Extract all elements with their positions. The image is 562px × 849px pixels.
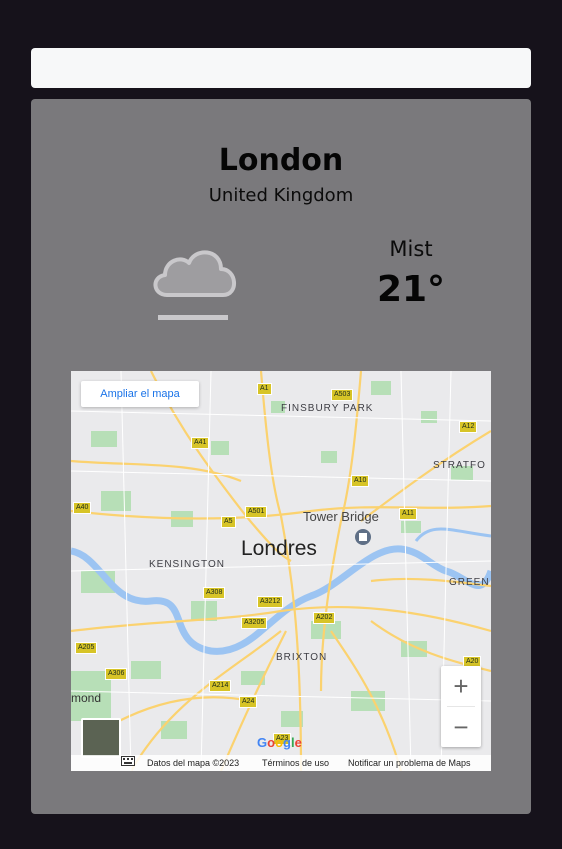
road-badge: A1: [257, 383, 272, 395]
road-badge: A503: [331, 389, 354, 401]
road-badge: A306: [105, 668, 128, 680]
mist-cloud-icon: [153, 250, 236, 320]
road-badge: A11: [399, 508, 417, 520]
map-base-graphic: [71, 371, 491, 771]
district-label: GREEN: [449, 577, 490, 588]
road-badge: A214: [209, 680, 232, 692]
road-badge: A5: [221, 516, 236, 528]
district-label: KENSINGTON: [149, 559, 225, 570]
map-poi-label: Tower Bridge: [303, 509, 379, 524]
map-data-credit: Datos del mapa ©2023: [147, 758, 240, 768]
road-badge: A202: [313, 612, 336, 624]
temperature: 21°: [376, 269, 446, 310]
road-badge: A24: [239, 696, 258, 708]
weather-condition: Mist: [389, 237, 433, 261]
map-city-label: Londres: [241, 537, 317, 560]
report-problem-link[interactable]: Notificar un problema de Maps: [348, 755, 471, 771]
search-input[interactable]: [31, 48, 531, 88]
road-badge: A10: [351, 475, 370, 487]
zoom-controls: + −: [441, 666, 481, 747]
road-badge: A41: [191, 437, 210, 449]
google-logo: Google: [257, 735, 302, 750]
terms-link[interactable]: Términos de uso: [262, 755, 329, 771]
road-badge: A12: [459, 421, 478, 433]
map-embed[interactable]: FINSBURY PARK KENSINGTON BRIXTON STRATFO…: [71, 371, 491, 771]
satellite-toggle[interactable]: [81, 718, 121, 758]
keyboard-icon[interactable]: [121, 755, 135, 771]
city-name: London: [218, 143, 344, 178]
map-place-label: mond: [71, 691, 102, 705]
district-label: STRATFO: [433, 460, 486, 471]
zoom-out-button[interactable]: −: [441, 707, 481, 747]
district-label: BRIXTON: [276, 652, 328, 663]
weather-card: London United Kingdom Mist 21° FINSBURY …: [31, 99, 531, 814]
road-badge: A40: [73, 502, 92, 514]
map-attribution-bar: Datos del mapa ©2023 Términos de uso Not…: [71, 755, 491, 771]
road-badge: A3205: [241, 617, 268, 629]
enlarge-map-button[interactable]: Ampliar el mapa: [81, 381, 199, 407]
road-badge: A308: [203, 587, 226, 599]
district-label: FINSBURY PARK: [281, 403, 374, 414]
road-badge: A3212: [257, 596, 284, 608]
zoom-in-button[interactable]: +: [441, 666, 481, 706]
country-name: United Kingdom: [208, 185, 354, 206]
road-badge: A205: [75, 642, 98, 654]
road-badge: A501: [245, 506, 268, 518]
